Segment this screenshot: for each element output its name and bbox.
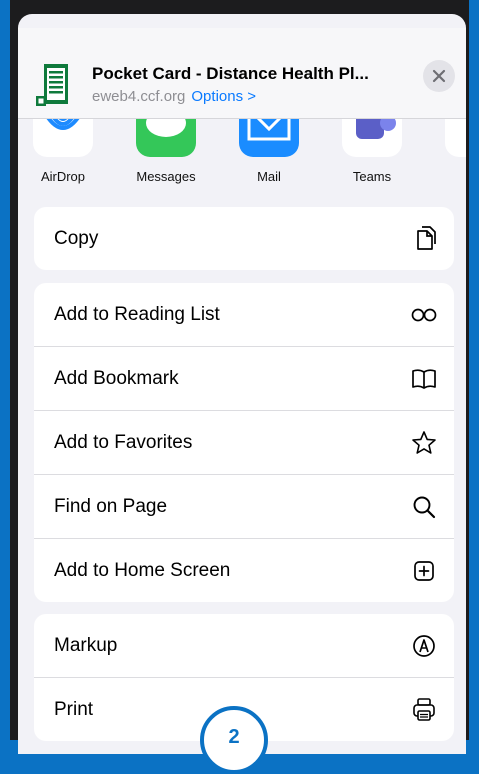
app-icon-partial bbox=[445, 119, 466, 157]
search-icon bbox=[413, 496, 436, 518]
action-label: Find on Page bbox=[54, 495, 168, 517]
app-label: Teams bbox=[352, 169, 392, 184]
action-add-to-reading-list[interactable]: Add to Reading List bbox=[34, 283, 454, 347]
action-label: Print bbox=[54, 698, 94, 720]
action-find-on-page[interactable]: Find on Page bbox=[34, 475, 454, 539]
star-icon bbox=[412, 430, 436, 454]
action-label: Markup bbox=[54, 634, 118, 656]
app-label: Mail bbox=[257, 169, 281, 184]
app-share-row: AirDrop Messages Mail Teams bbox=[18, 119, 466, 199]
printer-icon bbox=[413, 697, 435, 721]
book-icon bbox=[412, 368, 436, 389]
share-sheet: Pocket Card - Distance Health Pl... eweb… bbox=[18, 14, 466, 754]
markup-icon bbox=[413, 634, 435, 657]
action-label: Add Bookmark bbox=[54, 367, 179, 389]
copy-icon bbox=[417, 225, 436, 250]
action-markup[interactable]: Markup bbox=[34, 614, 454, 678]
mail-icon bbox=[239, 119, 299, 157]
app-label: AirDrop bbox=[40, 169, 86, 184]
action-group-copy: Copy bbox=[34, 207, 454, 270]
action-label: Add to Reading List bbox=[54, 303, 220, 325]
document-icon bbox=[36, 64, 68, 106]
glasses-icon bbox=[411, 308, 437, 321]
action-add-to-home-screen[interactable]: Add to Home Screen bbox=[34, 539, 454, 602]
airdrop-icon bbox=[33, 119, 93, 157]
action-label: Copy bbox=[54, 227, 99, 249]
action-label: Add to Home Screen bbox=[54, 559, 231, 581]
messages-icon bbox=[136, 119, 196, 157]
page-title: Pocket Card - Distance Health Pl... bbox=[92, 64, 369, 83]
site-domain: eweb4.ccf.org bbox=[92, 88, 186, 105]
action-add-to-favorites[interactable]: Add to Favorites bbox=[34, 411, 454, 475]
share-sheet-header: Pocket Card - Distance Health Pl... eweb… bbox=[18, 28, 466, 119]
step-number: 2 bbox=[228, 726, 240, 748]
options-link[interactable]: Options > bbox=[191, 88, 256, 105]
frame-border-left bbox=[0, 0, 4, 740]
add-square-icon bbox=[414, 560, 434, 581]
teams-icon bbox=[342, 119, 402, 157]
step-number-badge: 2 bbox=[200, 706, 268, 774]
app-label: Messages bbox=[136, 169, 196, 184]
site-subtitle: eweb4.ccf.org Options > bbox=[92, 88, 256, 105]
close-icon bbox=[432, 69, 446, 83]
action-group-page: Add to Reading List Add Bookmark Add to … bbox=[34, 283, 454, 602]
action-label: Add to Favorites bbox=[54, 431, 193, 453]
action-copy[interactable]: Copy bbox=[34, 207, 454, 270]
close-button[interactable] bbox=[423, 60, 455, 92]
action-add-bookmark[interactable]: Add Bookmark bbox=[34, 347, 454, 411]
